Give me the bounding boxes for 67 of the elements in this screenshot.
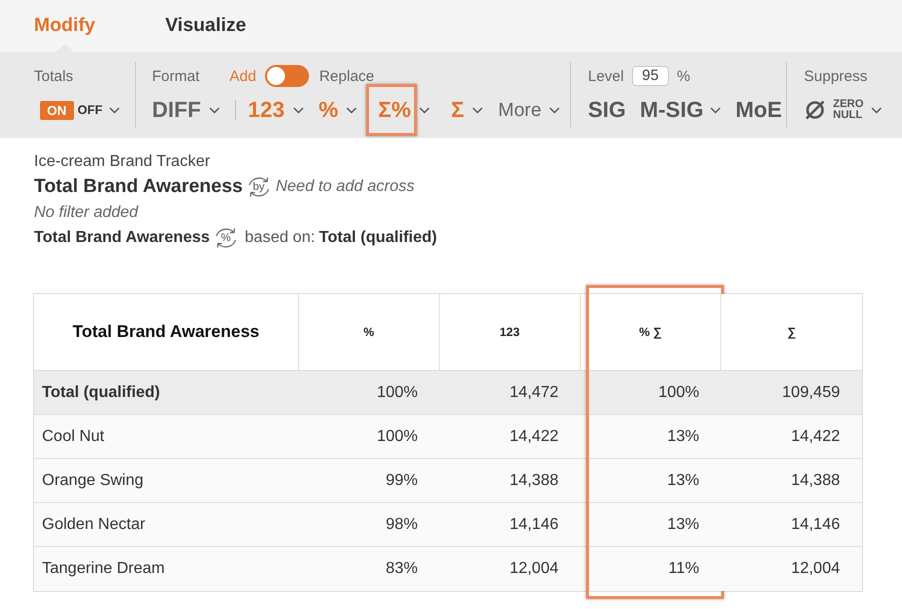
caret-icon <box>870 106 882 114</box>
table-cell: 109,459 <box>721 371 862 415</box>
filter-text: No filter added <box>34 203 140 223</box>
statistic-swap-button[interactable]: % <box>212 226 239 250</box>
table-cell: 100% <box>580 371 722 415</box>
caret-icon <box>549 106 560 114</box>
table-cell: 14,388 <box>440 459 580 503</box>
table-cell: 14,422 <box>721 415 862 459</box>
more-menu-button[interactable]: More <box>498 100 560 120</box>
table-cell: 99% <box>299 459 440 503</box>
level-input[interactable]: 95 <box>632 66 669 86</box>
table-cell: 12,004 <box>440 547 580 591</box>
table-cell: 100% <box>299 371 440 415</box>
question-title: Total Brand Awareness <box>34 174 243 199</box>
replace-option-label: Replace <box>319 68 374 84</box>
unit-label: % <box>676 68 690 84</box>
caret-icon <box>418 106 430 114</box>
caret-icon <box>292 106 304 114</box>
table-cell: 12,004 <box>721 547 862 591</box>
caret-icon <box>108 106 120 114</box>
table-cell: 14,388 <box>721 459 862 503</box>
table-cell: 13% <box>580 503 722 547</box>
base-value: Total (qualified) <box>319 228 437 248</box>
table-cell: 13% <box>580 459 722 503</box>
diff-button[interactable]: DIFF <box>152 99 220 121</box>
group-label: Level <box>588 68 624 84</box>
table-cell: Total (qualified) <box>34 371 299 415</box>
tab[interactable]: Visualize <box>165 0 246 52</box>
table-cell: 98% <box>299 503 440 547</box>
crosstab-swap-button[interactable]: by <box>246 175 272 199</box>
table-cell: 11% <box>580 547 722 591</box>
table-cell: 13% <box>580 415 722 459</box>
add-replace-switch[interactable] <box>265 65 310 87</box>
significance-button[interactable]: SIG <box>588 99 626 121</box>
table-cell: 83% <box>299 547 440 591</box>
totals-on-option[interactable]: ON <box>40 100 74 120</box>
table-cell: Tangerine Dream <box>34 547 299 591</box>
statistic-question: Total Brand Awareness <box>34 228 210 248</box>
table-cell: Orange Swing <box>34 459 299 503</box>
suppress-button[interactable]: ZERO NULL <box>804 99 882 121</box>
group-label: Totals <box>34 68 74 84</box>
table-cell: 100% <box>299 415 440 459</box>
column-header: ∑ <box>721 294 862 371</box>
table-cell: Golden Nectar <box>34 503 299 547</box>
caret-icon <box>208 106 220 114</box>
caret-icon <box>346 106 358 114</box>
project-title: Ice-cream Brand Tracker <box>34 152 212 172</box>
significance-button[interactable]: M-SIG <box>640 99 722 121</box>
significance-button[interactable]: MoE <box>735 99 782 121</box>
column-header: % ∑ <box>580 294 722 371</box>
table-cell: 14,146 <box>440 503 580 547</box>
table-cell: 14,146 <box>721 503 862 547</box>
table-cell: Cool Nut <box>34 415 299 459</box>
table-cell: 14,422 <box>440 415 580 459</box>
caret-icon <box>710 106 722 114</box>
column-header: Total Brand Awareness <box>34 294 299 371</box>
totals-off-option[interactable]: OFF <box>74 100 106 120</box>
caret-icon <box>472 106 484 114</box>
column-header: 123 <box>440 294 580 371</box>
empty-set-icon <box>804 99 826 121</box>
base-label: based on: <box>244 228 316 248</box>
add-option-label: Add <box>230 68 256 84</box>
column-header: % <box>299 294 440 371</box>
group-label: Suppress <box>804 68 868 84</box>
group-label: Format <box>152 68 200 84</box>
table-cell: 14,472 <box>440 371 580 415</box>
hint-text: Need to add across <box>276 177 414 197</box>
